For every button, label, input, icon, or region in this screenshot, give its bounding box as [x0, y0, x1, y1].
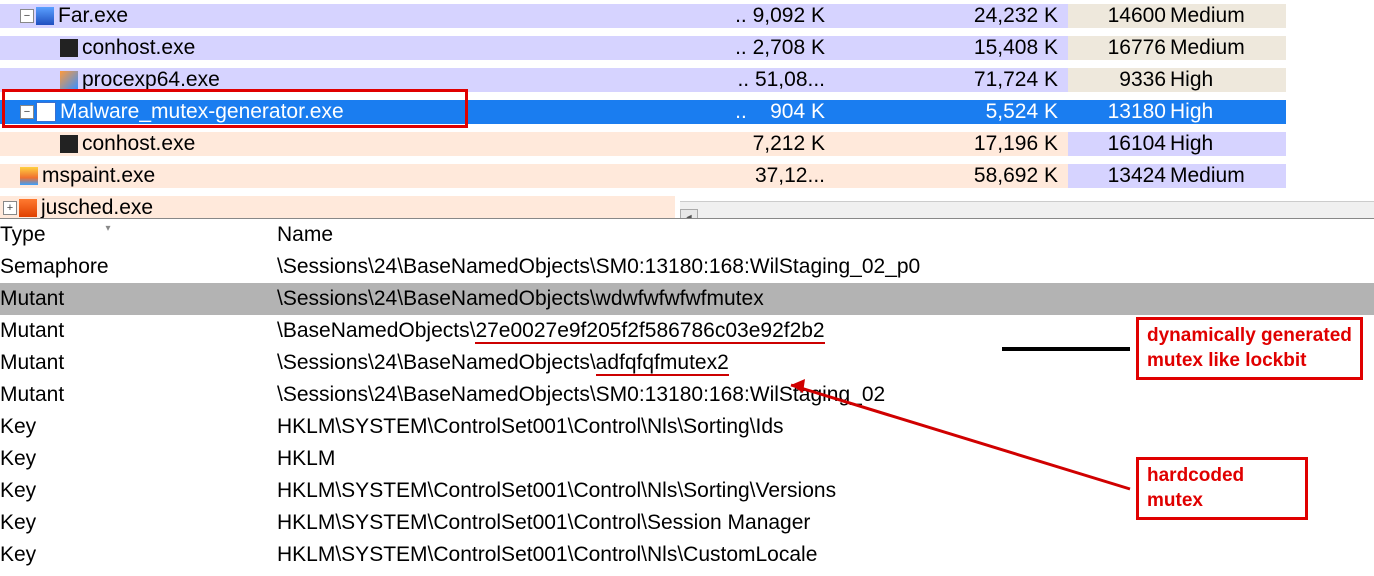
handle-type: Key — [0, 415, 275, 439]
cell-ws: 5,524 K — [835, 100, 1068, 124]
cell-pid: 13424 — [1068, 164, 1168, 188]
tree-toggle-icon[interactable]: − — [20, 105, 34, 119]
scroll-left-icon[interactable]: ◄ — [680, 209, 698, 219]
handle-name: HKLM\SYSTEM\ControlSet001\Control\Nls\So… — [275, 415, 1374, 439]
process-name: mspaint.exe — [42, 164, 155, 188]
tree-toggle-icon[interactable]: − — [20, 9, 34, 23]
handle-type: Key — [0, 479, 275, 503]
handle-row[interactable]: KeyHKLM\SYSTEM\ControlSet001\Control\Nls… — [0, 539, 1374, 571]
process-row[interactable]: mspaint.exe 37,12...58,692 K13424Medium — [0, 160, 1374, 192]
process-name: jusched.exe — [41, 196, 153, 219]
column-header-type[interactable]: Type▾ — [0, 223, 275, 247]
annotation-dynamic-mutex: dynamically generated mutex like lockbit — [1136, 317, 1363, 380]
handle-type: Semaphore — [0, 255, 275, 279]
process-name: conhost.exe — [82, 36, 195, 60]
cell-priv: .. 904 K — [675, 100, 835, 124]
cell-priv: 7,212 K — [675, 132, 835, 156]
handle-name: HKLM\SYSTEM\ControlSet001\Control\Nls\Cu… — [275, 543, 1374, 567]
process-row[interactable]: procexp64.exe .. 51,08...71,724 K9336High — [0, 64, 1374, 96]
tree-toggle-icon[interactable]: + — [3, 201, 17, 215]
cell-priority: Medium — [1168, 164, 1286, 188]
process-row[interactable]: conhost.exe .. 2,708 K15,408 K16776Medium — [0, 32, 1374, 64]
cell-pid: 9336 — [1068, 68, 1168, 92]
handle-type: Key — [0, 447, 275, 471]
process-name: Malware_mutex-generator.exe — [60, 100, 344, 124]
cell-priv: 37,12... — [675, 164, 835, 188]
handle-type: Mutant — [0, 287, 275, 311]
process-tree-pane[interactable]: −Far.exe.. 9,092 K24,232 K14600Mediumcon… — [0, 0, 1374, 219]
cell-priority: Medium — [1168, 4, 1286, 28]
handle-row[interactable]: Mutant\Sessions\24\BaseNamedObjects\SM0:… — [0, 379, 1374, 411]
cell-priv: .. 9,092 K — [675, 4, 835, 28]
process-name: conhost.exe — [82, 132, 195, 156]
cell-priority: Medium — [1168, 36, 1286, 60]
handle-row[interactable]: KeyHKLM\SYSTEM\ControlSet001\Control\Nls… — [0, 411, 1374, 443]
handle-row[interactable]: Semaphore\Sessions\24\BaseNamedObjects\S… — [0, 251, 1374, 283]
annotation-hardcoded-mutex: hardcoded mutex — [1136, 457, 1308, 520]
cell-ws: 17,196 K — [835, 132, 1068, 156]
handle-type: Mutant — [0, 383, 275, 407]
cell-priority: High — [1168, 132, 1286, 156]
handle-type: Mutant — [0, 351, 275, 375]
process-row[interactable]: conhost.exe 7,212 K17,196 K16104High — [0, 128, 1374, 160]
cell-ws: 15,408 K — [835, 36, 1068, 60]
horizontal-scrollbar[interactable]: ◄ — [680, 201, 1374, 218]
cell-ws: 24,232 K — [835, 4, 1068, 28]
handle-name: \Sessions\24\BaseNamedObjects\SM0:13180:… — [275, 383, 1374, 407]
process-name: procexp64.exe — [82, 68, 220, 92]
handle-type: Key — [0, 511, 275, 535]
cell-priority: High — [1168, 100, 1286, 124]
cell-priv: .. 2,708 K — [675, 36, 835, 60]
cell-ws: 58,692 K — [835, 164, 1068, 188]
handle-name: \Sessions\24\BaseNamedObjects\SM0:13180:… — [275, 255, 1374, 279]
handle-row[interactable]: Mutant\Sessions\24\BaseNamedObjects\wdwf… — [0, 283, 1374, 315]
process-row[interactable]: − Far.exe .. 9,092 K24,232 K14600Medium — [0, 0, 1374, 32]
cell-priority: High — [1168, 68, 1286, 92]
process-name: Far.exe — [58, 4, 128, 28]
column-header-name[interactable]: Name — [275, 223, 1374, 247]
handle-type: Mutant — [0, 319, 275, 343]
cell-priv: .. 51,08... — [675, 68, 835, 92]
cell-pid: 13180 — [1068, 100, 1168, 124]
handle-type: Key — [0, 543, 275, 567]
cell-pid: 16776 — [1068, 36, 1168, 60]
handle-name: \Sessions\24\BaseNamedObjects\wdwfwfwfwf… — [275, 287, 1374, 311]
handles-pane[interactable]: Type▾ Name Semaphore\Sessions\24\BaseNam… — [0, 219, 1374, 576]
sort-indicator-icon: ▾ — [106, 223, 111, 234]
process-row[interactable]: − Malware_mutex-generator.exe .. 904 K5,52… — [0, 96, 1374, 128]
cell-pid: 16104 — [1068, 132, 1168, 156]
cell-pid: 14600 — [1068, 4, 1168, 28]
handles-header[interactable]: Type▾ Name — [0, 219, 1374, 251]
cell-ws: 71,724 K — [835, 68, 1068, 92]
